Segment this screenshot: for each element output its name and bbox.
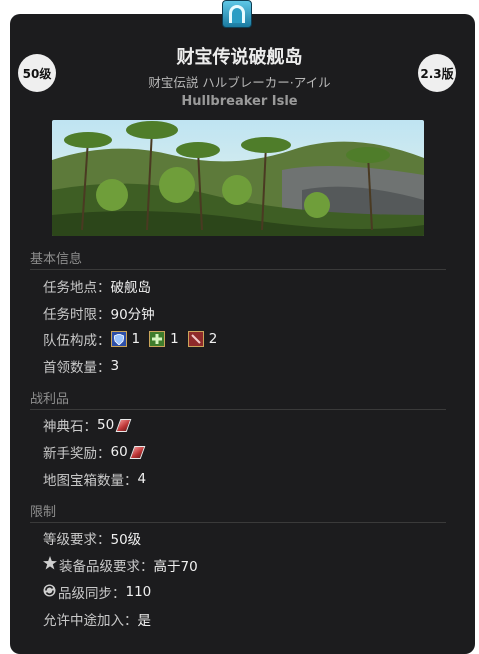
sync-label: 品级同步： <box>58 586 126 602</box>
duty-title: 财宝传说破舰岛 <box>176 47 303 68</box>
time-row: 任务时限： 90分钟 <box>43 303 155 323</box>
level-req-value: 50级 <box>110 532 142 548</box>
boss-row: 首领数量： 3 <box>43 356 119 376</box>
chest-row: 地图宝箱数量： 4 <box>43 469 146 489</box>
dps-count: 2 <box>208 331 218 347</box>
tomestone-value: 50 <box>97 417 115 433</box>
join-row: 允许中途加入： 是 <box>43 609 151 629</box>
shield-icon <box>110 331 127 347</box>
duty-subtitle-en: Hullbreaker Isle <box>181 94 298 109</box>
duty-banner-image <box>52 120 424 236</box>
join-value: 是 <box>137 613 152 629</box>
section-basic-heading: 基本信息 <box>30 248 446 270</box>
join-label: 允许中途加入： <box>43 613 138 629</box>
time-label: 任务时限： <box>43 307 111 323</box>
ilvl-req-label: 装备品级要求： <box>59 559 154 575</box>
star-icon <box>43 556 57 574</box>
sync-icon <box>43 584 56 601</box>
chest-label: 地图宝箱数量： <box>43 473 138 489</box>
section-loot-heading: 战利品 <box>30 388 446 410</box>
location-label: 任务地点： <box>43 280 111 296</box>
healer-cross-icon <box>149 331 166 347</box>
chest-value: 4 <box>137 471 147 487</box>
ilvl-req-row: 装备品级要求： 高于70 <box>43 555 198 575</box>
location-row: 任务地点： 破舰岛 <box>43 276 151 296</box>
healer-count: 1 <box>170 331 179 347</box>
rookie-label: 新手奖励： <box>43 446 111 462</box>
rookie-value: 60 <box>110 444 128 460</box>
sync-row: 品级同步： 110 <box>43 582 151 602</box>
location-value: 破舰岛 <box>110 280 152 296</box>
sword-icon <box>187 331 204 347</box>
tank-count: 1 <box>131 331 141 347</box>
boss-value: 3 <box>110 358 120 374</box>
party-label: 队伍构成： <box>43 333 111 349</box>
level-req-row: 等级要求： 50级 <box>43 528 141 548</box>
time-value: 90分钟 <box>110 307 155 323</box>
dungeon-portal-icon <box>222 0 252 28</box>
tomestone-row: 神典石： 50 <box>43 415 132 435</box>
ilvl-req-value: 高于70 <box>153 559 198 575</box>
section-limits-heading: 限制 <box>30 501 446 523</box>
tomestone-label: 神典石： <box>43 419 97 435</box>
rookie-row: 新手奖励： 60 <box>43 442 146 462</box>
duty-subtitle-jp: 财宝伝説 ハルブレーカー·アイル <box>148 75 331 90</box>
sync-value: 110 <box>125 584 152 600</box>
party-row: 队伍构成： 1 1 2 <box>43 329 226 349</box>
boss-label: 首领数量： <box>43 360 111 376</box>
level-req-label: 等级要求： <box>43 532 111 548</box>
